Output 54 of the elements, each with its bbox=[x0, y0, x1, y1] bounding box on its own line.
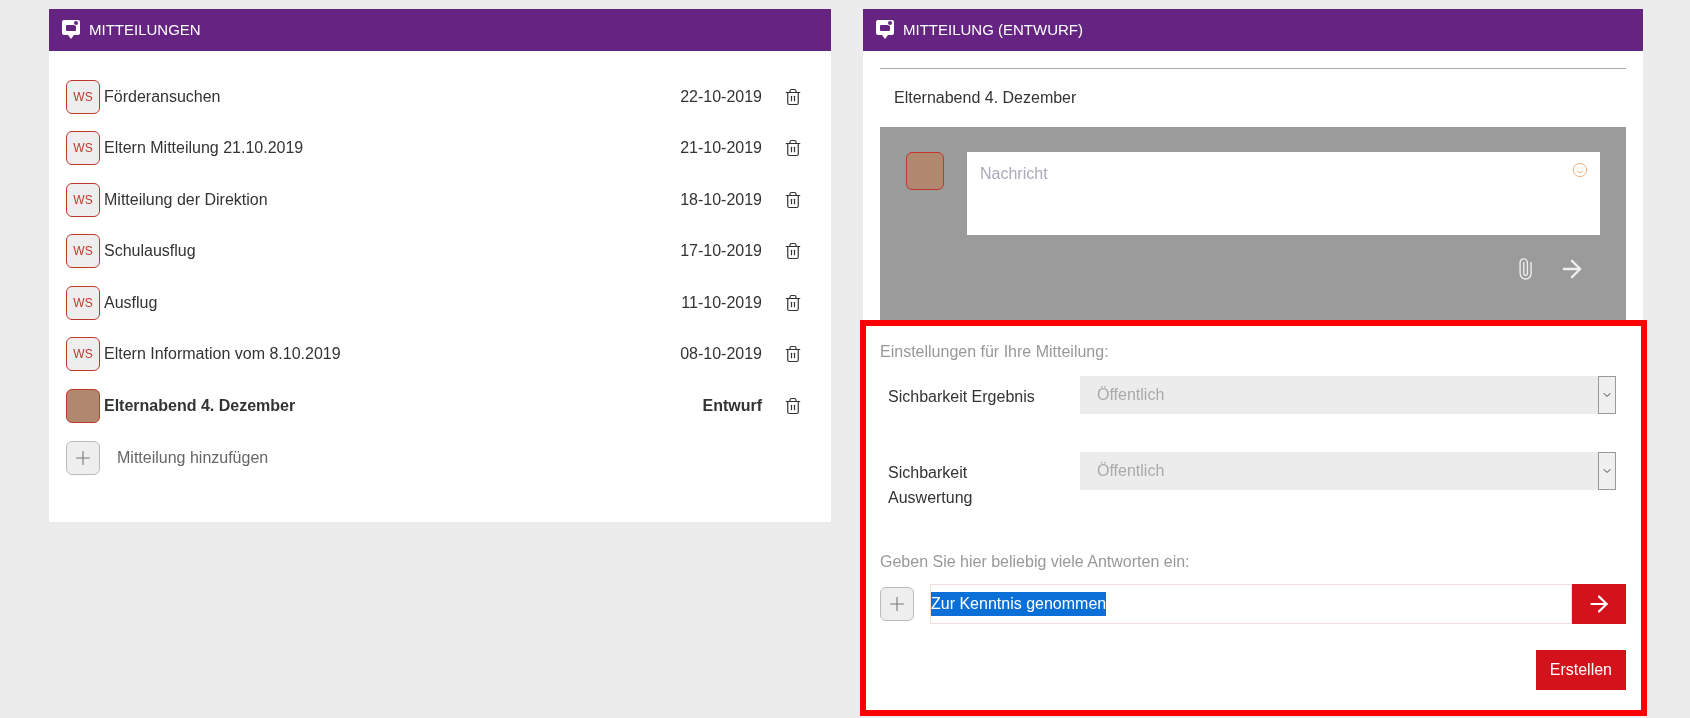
create-button[interactable]: Erstellen bbox=[1535, 650, 1626, 690]
answers-heading: Geben Sie hier beliebig viele Antworten ein: bbox=[880, 552, 1191, 572]
message-field[interactable]: Nachricht bbox=[967, 152, 1600, 235]
initials-avatar: WS bbox=[66, 337, 100, 372]
message-date: 08-10-2019 bbox=[680, 344, 762, 365]
message-date: 17-10-2019 bbox=[680, 241, 762, 262]
message-title: Eltern Information vom 8.10.2019 bbox=[104, 344, 341, 365]
setting-label: Sichbarkeit Ergebnis bbox=[887, 387, 1036, 407]
select-value: Öffentlich bbox=[1096, 385, 1166, 405]
initials-avatar: WS bbox=[66, 131, 100, 166]
delete-icon[interactable] bbox=[784, 242, 802, 261]
message-title: Eltern Mitteilung 21.10.2019 bbox=[104, 138, 304, 159]
message-date: 22-10-2019 bbox=[680, 86, 762, 107]
initials-avatar: WS bbox=[66, 234, 100, 269]
settings-heading: Einstellungen für Ihre Mitteilung: bbox=[880, 342, 1110, 362]
message-title: Ausflug bbox=[104, 292, 158, 313]
message-row[interactable]: WS Eltern Mitteilung 21.10.2019 21-10-2019 bbox=[66, 122, 814, 174]
add-message-link[interactable]: Mitteilung hinzufügen bbox=[117, 445, 269, 470]
message-date: 18-10-2019 bbox=[680, 189, 762, 210]
delete-icon[interactable] bbox=[784, 190, 802, 209]
submit-answer-button[interactable] bbox=[1572, 584, 1626, 624]
chat-bubble-icon bbox=[61, 19, 81, 41]
message-row[interactable]: WS Eltern Information vom 8.10.2019 08-10-2019 bbox=[66, 328, 814, 380]
message-input[interactable]: Nachricht bbox=[980, 162, 1587, 186]
message-date: Entwurf bbox=[702, 395, 762, 416]
initials-avatar: WS bbox=[66, 79, 100, 114]
answer-field[interactable]: Zur Kenntnis genommen bbox=[930, 584, 1572, 624]
delete-icon[interactable] bbox=[784, 345, 802, 364]
photo-placeholder bbox=[906, 152, 944, 190]
message-subject: Elternabend 4. Dezember bbox=[893, 88, 1078, 108]
message-row[interactable]: WS Förderansuchen 22-10-2019 bbox=[66, 71, 814, 123]
message-title: Mitteilung der Direktion bbox=[104, 189, 268, 210]
message-title: Schulausflug bbox=[104, 241, 196, 262]
panel-title: MITTEILUNG (ENTWURF) bbox=[903, 19, 1083, 40]
initials-avatar: WS bbox=[66, 182, 100, 217]
delete-icon[interactable] bbox=[784, 293, 802, 312]
message-row[interactable]: WS Schulausflug 17-10-2019 bbox=[66, 225, 814, 277]
message-date: 11-10-2019 bbox=[681, 292, 762, 313]
delete-icon[interactable] bbox=[784, 396, 802, 415]
select-value: Öffentlich bbox=[1096, 461, 1166, 481]
message-title: Elternabend 4. Dezember bbox=[104, 395, 296, 416]
initials-avatar: WS bbox=[66, 285, 100, 320]
delete-icon[interactable] bbox=[784, 87, 802, 106]
message-row[interactable]: WS Mitteilung der Direktion 18-10-2019 bbox=[66, 174, 814, 226]
setting-label: Sichbarkeit Auswertung bbox=[887, 463, 974, 508]
message-title: Förderansuchen bbox=[104, 86, 221, 107]
answer-value: Zur Kenntnis genommen bbox=[931, 592, 1107, 616]
message-date: 21-10-2019 bbox=[680, 138, 762, 159]
photo-placeholder bbox=[66, 388, 100, 423]
message-row[interactable]: Elternabend 4. Dezember Entwurf bbox=[66, 380, 814, 432]
panel-title: MITTEILUNGEN bbox=[89, 19, 201, 40]
delete-icon[interactable] bbox=[784, 139, 802, 158]
message-row[interactable]: WS Ausflug 11-10-2019 bbox=[66, 277, 814, 329]
chat-bubble-icon bbox=[875, 19, 895, 41]
